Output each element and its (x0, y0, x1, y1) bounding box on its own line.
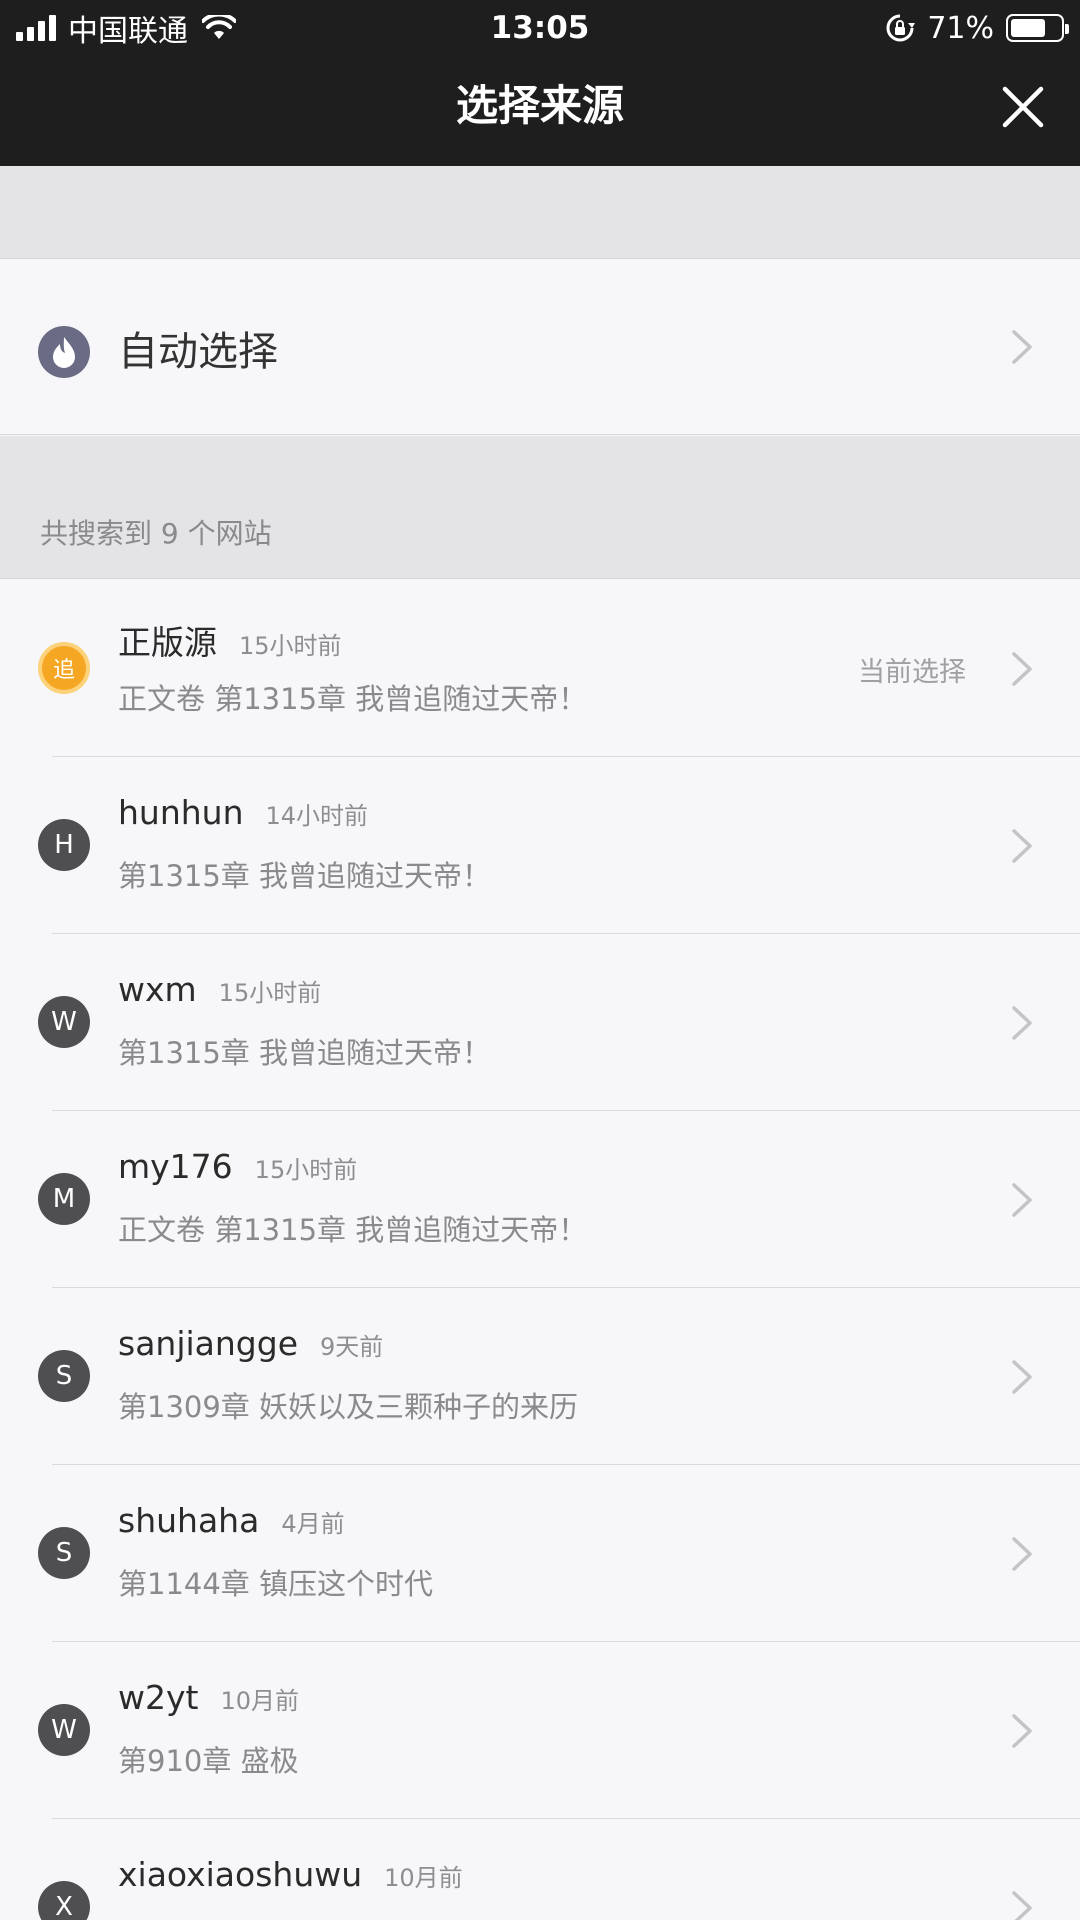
source-row[interactable]: Xxiaoxiaoshuwu 10月前 (0, 1819, 1080, 1920)
flame-icon (38, 326, 90, 378)
source-name: w2yt (118, 1678, 199, 1717)
source-avatar: X (38, 1881, 90, 1920)
source-name: shuhaha (118, 1501, 260, 1540)
source-updated-time: 15小时前 (239, 632, 342, 660)
source-latest-chapter: 第1309章 妖妖以及三颗种子的来历 (118, 1390, 579, 1424)
source-title-line: xiaoxiaoshuwu 10月前 (118, 1855, 463, 1894)
top-bar: 中国联通 13:05 71% 选择来源 (0, 0, 1080, 166)
source-row[interactable]: 追正版源 15小时前正文卷 第1315章 我曾追随过天帝！ 当前选择 (0, 580, 1080, 757)
source-updated-time: 14小时前 (265, 802, 369, 830)
status-bar: 中国联通 13:05 71% (0, 0, 1080, 54)
source-updated-time: 10月前 (220, 1687, 300, 1715)
source-avatar: W (38, 1704, 90, 1756)
status-right: 71% (885, 6, 1069, 50)
source-title-line: sanjiangge 9天前 (118, 1324, 383, 1363)
source-name: wxm (118, 970, 197, 1009)
source-avatar: S (38, 1350, 90, 1402)
source-avatar: M (38, 1173, 90, 1225)
source-title-line: my176 15小时前 (118, 1147, 357, 1186)
source-updated-time: 15小时前 (218, 979, 322, 1007)
source-title-line: shuhaha 4月前 (118, 1501, 345, 1540)
chevron-right-icon (1012, 1360, 1032, 1394)
page-title: 选择来源 (455, 81, 624, 130)
source-avatar: 追 (38, 642, 90, 694)
source-title-line: hunhun 14小时前 (118, 793, 368, 832)
chevron-right-icon (1012, 1183, 1032, 1217)
current-selection-badge: 当前选择 (858, 657, 966, 688)
source-row[interactable]: Ww2yt 10月前第910章 盛极 (0, 1642, 1080, 1819)
source-name: hunhun (118, 793, 244, 832)
source-latest-chapter: 第1144章 镇压这个时代 (118, 1567, 434, 1601)
source-name: my176 (118, 1147, 233, 1186)
source-latest-chapter: 第1315章 我曾追随过天帝！ (118, 859, 492, 893)
source-row[interactable]: Hhunhun 14小时前第1315章 我曾追随过天帝！ (0, 757, 1080, 934)
source-avatar: W (38, 996, 90, 1048)
screen: 中国联通 13:05 71% 选择来源 自动选择 共搜索到 9 个网站 追 正版… (0, 0, 1080, 1920)
source-list: 追正版源 15小时前 正文卷 第1315章 我曾追随过天帝！ 当前选择 Hhunhun 1… (0, 580, 1080, 1920)
source-row[interactable]: Wwxm 15小时前第1315章 我曾追随过天帝！ (0, 934, 1080, 1111)
result-count-label: 共搜索到 9 个网站 (40, 517, 272, 550)
chevron-right-icon (1012, 829, 1032, 863)
source-updated-time: 4月前 (281, 1510, 345, 1538)
battery-percent: 71% (927, 10, 994, 46)
chevron-right-icon (1012, 330, 1032, 364)
chevron-right-icon (1012, 652, 1032, 686)
source-latest-chapter: 正文卷 第1315章 我曾追随过天帝！ (118, 1213, 588, 1247)
source-title-line: w2yt 10月前 (118, 1678, 299, 1717)
close-icon (1002, 86, 1044, 128)
source-latest-chapter: 第1315章 我曾追随过天帝！ (118, 1036, 492, 1070)
battery-icon (1006, 14, 1069, 42)
chevron-right-icon (1012, 1714, 1032, 1748)
chevron-right-icon (1012, 1537, 1032, 1571)
source-name: xiaoxiaoshuwu (118, 1855, 363, 1894)
chevron-right-icon (1012, 1006, 1032, 1040)
source-name: sanjiangge (118, 1324, 299, 1363)
source-title-line: wxm 15小时前 (118, 970, 321, 1009)
source-title-line: 正版源 15小时前 (118, 616, 342, 664)
source-row[interactable]: Mmy176 15小时前正文卷 第1315章 我曾追随过天帝！ (0, 1111, 1080, 1288)
source-name: 正版源 (118, 623, 217, 662)
source-avatar: H (38, 819, 90, 871)
source-latest-chapter: 正文卷 第1315章 我曾追随过天帝！ (118, 682, 588, 716)
source-avatar: S (38, 1527, 90, 1579)
source-latest-chapter: 第910章 盛极 (118, 1744, 299, 1778)
source-updated-time: 15小时前 (254, 1156, 358, 1184)
rotation-lock-icon (886, 14, 916, 42)
section-header (0, 436, 1080, 579)
source-updated-time: 9天前 (320, 1333, 384, 1361)
source-row[interactable]: Ssanjiangge 9天前第1309章 妖妖以及三颗种子的来历 (0, 1288, 1080, 1465)
battery-fill (1011, 19, 1045, 37)
source-row[interactable]: Sshuhaha 4月前第1144章 镇压这个时代 (0, 1465, 1080, 1642)
chevron-right-icon (1012, 1891, 1032, 1920)
top-spacer (0, 166, 1080, 259)
source-updated-time: 10月前 (384, 1864, 463, 1892)
auto-select-label: 自动选择 (118, 329, 278, 375)
close-button[interactable] (990, 74, 1056, 140)
